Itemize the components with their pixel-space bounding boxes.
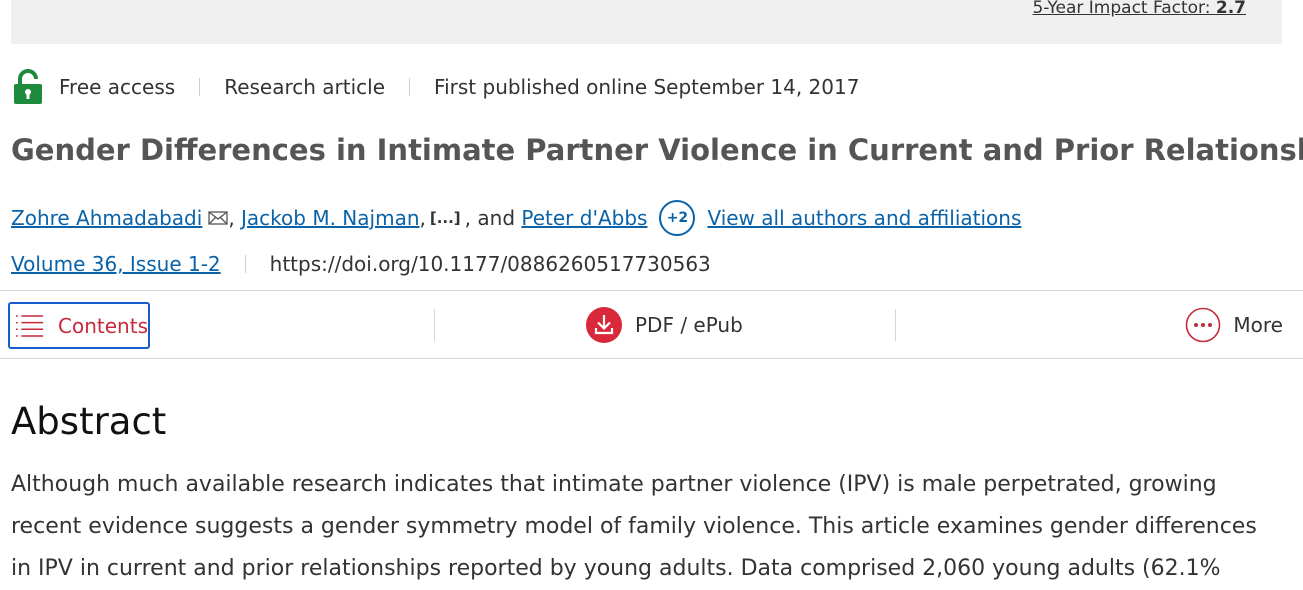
mail-icon[interactable] xyxy=(208,211,228,225)
more-dots-icon xyxy=(1186,307,1221,343)
doi: https://doi.org/10.1177/0886260517730563 xyxy=(269,252,711,276)
divider xyxy=(244,255,246,273)
view-all-authors-link[interactable]: View all authors and affiliations xyxy=(707,206,1021,230)
volume-issue-link[interactable]: Volume 36, Issue 1-2 xyxy=(11,252,221,276)
author-link[interactable]: Peter d'Abbs xyxy=(521,206,647,230)
list-icon xyxy=(15,314,44,337)
journal-banner: 5-Year Impact Factor: 2.7 xyxy=(11,0,1282,44)
lock-icon xyxy=(14,69,42,104)
pdf-label: PDF / ePub xyxy=(635,313,743,337)
access-label: Free access xyxy=(59,75,176,99)
and-text: , and xyxy=(464,206,516,230)
more-button[interactable]: More xyxy=(1185,307,1283,343)
abstract-heading: Abstract xyxy=(11,400,167,443)
abstract-text: Although much available research indicat… xyxy=(11,472,1257,581)
article-title: Gender Differences in Intimate Partner V… xyxy=(11,133,1303,167)
contents-label: Contents xyxy=(58,313,148,338)
author-list: Zohre Ahmadabadi , Jackob M. Najman , [.… xyxy=(11,199,1021,237)
more-label: More xyxy=(1233,313,1283,337)
article-type: Research article xyxy=(224,75,386,99)
author-link[interactable]: Zohre Ahmadabadi xyxy=(11,206,202,230)
impact-factor-value: 2.7 xyxy=(1215,0,1246,18)
pdf-epub-button[interactable]: PDF / ePub xyxy=(586,307,743,343)
impact-factor-label: 5-Year Impact Factor: xyxy=(1032,0,1211,18)
publication-info: Volume 36, Issue 1-2 https://doi.org/10.… xyxy=(11,249,711,279)
article-meta: Free access Research article First publi… xyxy=(11,68,859,106)
toolbar-divider xyxy=(895,309,896,341)
more-authors-badge[interactable]: +2 xyxy=(659,200,696,236)
toolbar-divider xyxy=(434,309,435,341)
article-toolbar: Contents PDF / ePub More xyxy=(0,290,1303,359)
contents-button[interactable]: Contents xyxy=(8,302,150,349)
comma: , xyxy=(419,206,426,230)
divider xyxy=(409,78,411,96)
published-date: First published online September 14, 201… xyxy=(434,75,860,99)
comma: , xyxy=(228,206,242,230)
author-link[interactable]: Jackob M. Najman xyxy=(241,206,419,230)
impact-factor-link[interactable]: 5-Year Impact Factor: 2.7 xyxy=(1032,0,1246,18)
download-icon xyxy=(586,307,622,343)
divider xyxy=(199,78,201,96)
authors-ellipsis[interactable]: [...] xyxy=(430,209,461,227)
